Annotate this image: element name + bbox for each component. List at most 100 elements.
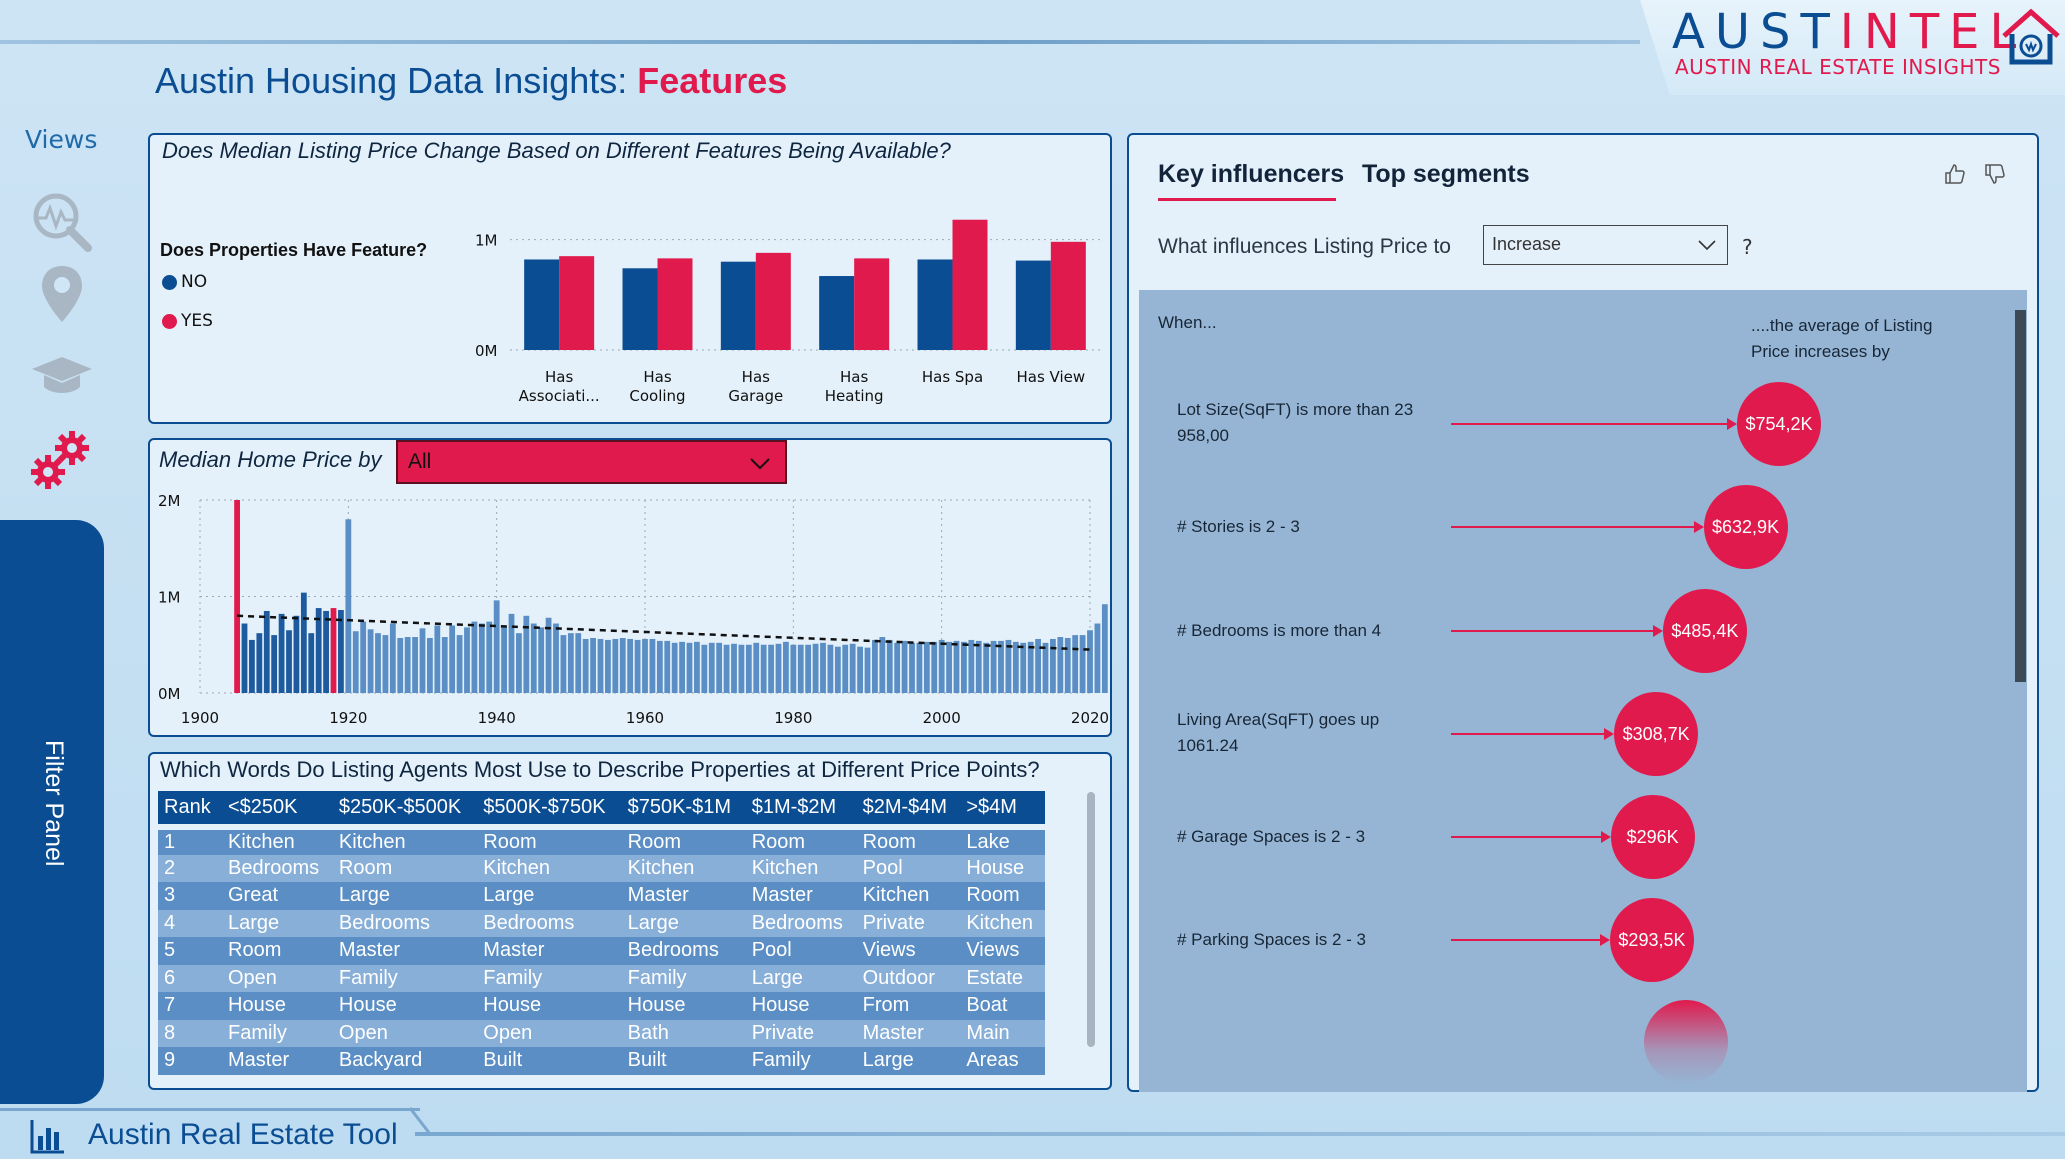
year-bar[interactable] (797, 644, 804, 693)
year-bar[interactable] (760, 644, 767, 693)
year-bar[interactable] (1012, 641, 1019, 693)
year-bar[interactable] (909, 642, 915, 693)
ki-help-mark[interactable]: ? (1742, 235, 1753, 259)
feature-bar-no[interactable] (917, 259, 953, 350)
year-bar[interactable] (975, 640, 982, 693)
category-dropdown[interactable]: All (396, 440, 787, 484)
year-bar[interactable] (389, 623, 396, 693)
year-bar[interactable] (300, 592, 307, 693)
year-bar[interactable] (352, 631, 359, 693)
year-bar[interactable] (404, 637, 411, 693)
year-bar[interactable] (872, 639, 878, 693)
tab-key-influencers[interactable]: Key influencers (1158, 160, 1344, 189)
year-bar[interactable] (375, 633, 381, 693)
year-bar[interactable] (605, 639, 611, 693)
year-bar[interactable] (516, 633, 522, 693)
feature-bar-yes[interactable] (1050, 241, 1086, 350)
year-bar[interactable] (323, 610, 329, 693)
words-table-scrollbar[interactable] (1087, 792, 1095, 1047)
year-bar[interactable] (1064, 637, 1071, 693)
year-bar[interactable] (1042, 642, 1049, 693)
words-col-header[interactable]: $2M-$4M (856, 791, 961, 830)
year-bar[interactable] (656, 640, 663, 693)
year-bar[interactable] (901, 640, 908, 693)
ki-target-select[interactable]: Increase (1483, 225, 1728, 265)
year-bar[interactable] (293, 615, 300, 693)
year-bar[interactable] (745, 644, 752, 693)
feature-bar-no[interactable] (622, 268, 658, 350)
year-bar[interactable] (834, 646, 841, 693)
ki-influencer-bubble[interactable]: $632,9K (1703, 485, 1788, 569)
year-bar[interactable] (249, 639, 255, 693)
year-bar[interactable] (1094, 623, 1101, 693)
year-bar[interactable] (382, 635, 389, 693)
year-bar[interactable] (427, 637, 433, 693)
year-bar[interactable] (315, 608, 322, 693)
year-bar[interactable] (597, 638, 604, 693)
year-bar[interactable] (768, 644, 774, 693)
year-bar[interactable] (946, 641, 952, 693)
year-bar[interactable] (686, 642, 693, 693)
year-bar[interactable] (1079, 635, 1086, 693)
year-bar[interactable] (849, 643, 856, 693)
year-bar[interactable] (649, 638, 656, 693)
words-col-header[interactable]: $750K-$1M (621, 791, 746, 830)
map-pin-icon[interactable] (30, 262, 94, 326)
year-bar[interactable] (345, 519, 352, 693)
year-bar[interactable] (679, 641, 685, 693)
ki-influencer-bubble[interactable]: $754,2K (1737, 382, 1821, 466)
year-bar[interactable] (271, 635, 278, 693)
year-bar[interactable] (1020, 642, 1027, 693)
year-bar[interactable] (478, 623, 485, 693)
feature-bar-no[interactable] (1015, 260, 1051, 350)
year-bar[interactable] (560, 635, 567, 693)
feature-bar-no[interactable] (524, 259, 560, 350)
year-bar[interactable] (619, 637, 626, 693)
legend-item-yes[interactable]: YES (162, 311, 213, 331)
analytics-search-icon[interactable] (30, 190, 94, 254)
year-bar[interactable] (961, 641, 967, 693)
year-bar[interactable] (642, 638, 648, 693)
year-bar[interactable] (360, 621, 367, 693)
year-bar[interactable] (753, 642, 760, 693)
tab-top-segments[interactable]: Top segments (1362, 160, 1530, 189)
year-bar[interactable] (694, 641, 700, 693)
year-bar[interactable] (464, 627, 470, 693)
year-bar[interactable] (330, 608, 337, 693)
year-bar[interactable] (990, 640, 997, 693)
year-bar[interactable] (367, 629, 374, 693)
year-bar[interactable] (879, 637, 886, 693)
year-bar[interactable] (471, 621, 478, 693)
year-bar[interactable] (723, 644, 730, 693)
words-col-header[interactable]: <$250K (222, 791, 333, 830)
year-bar[interactable] (412, 637, 418, 693)
year-bar[interactable] (716, 642, 723, 693)
year-bar[interactable] (790, 644, 797, 693)
year-bar[interactable] (938, 639, 945, 693)
year-bar[interactable] (671, 642, 678, 693)
year-bar[interactable] (278, 613, 285, 693)
year-bar[interactable] (968, 639, 975, 693)
year-bar[interactable] (805, 644, 812, 693)
year-bar[interactable] (894, 642, 901, 693)
words-col-header[interactable]: >$4M (960, 791, 1045, 830)
year-bar[interactable] (864, 647, 871, 693)
year-bar[interactable] (486, 621, 493, 693)
year-bar[interactable] (338, 610, 344, 693)
year-bar[interactable] (582, 638, 589, 693)
year-bar[interactable] (953, 640, 960, 693)
year-bar[interactable] (553, 623, 559, 693)
year-bar[interactable] (738, 644, 745, 693)
feature-bar-no[interactable] (720, 261, 756, 350)
year-bar[interactable] (701, 644, 708, 693)
year-bar[interactable] (923, 641, 930, 693)
year-bar[interactable] (256, 633, 263, 693)
year-bar[interactable] (820, 642, 826, 693)
year-bar[interactable] (1027, 641, 1034, 693)
year-bar[interactable] (916, 642, 923, 693)
gears-icon[interactable] (30, 428, 94, 492)
year-bar[interactable] (998, 640, 1004, 693)
feature-bar-yes[interactable] (755, 252, 791, 350)
year-bar[interactable] (567, 633, 574, 693)
ki-influencer-bubble[interactable]: $296K (1610, 795, 1695, 879)
